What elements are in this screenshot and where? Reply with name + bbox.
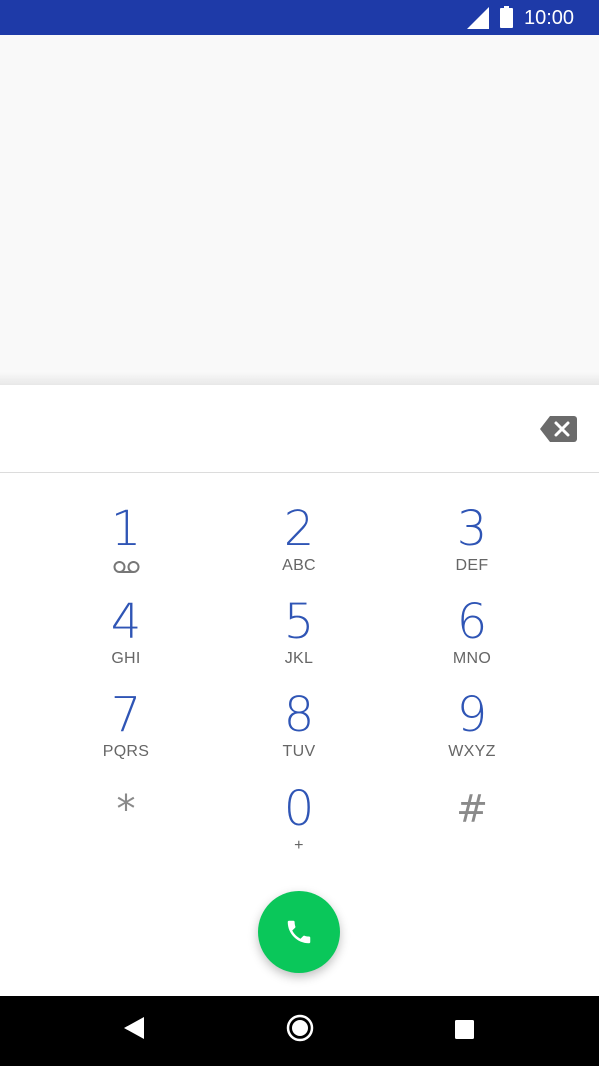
key-digit: 8 xyxy=(283,687,315,743)
key-digit: 4 xyxy=(110,594,142,650)
key-digit: 0 xyxy=(283,781,315,837)
dialpad-key-7[interactable]: 7 PQRS xyxy=(40,683,212,775)
status-time: 10:00 xyxy=(524,7,575,29)
key-digit: 6 xyxy=(456,594,488,650)
home-icon[interactable] xyxy=(286,1014,314,1042)
key-digit: 9 xyxy=(456,687,488,743)
key-letters: WXYZ xyxy=(448,743,496,760)
cellular-signal-icon xyxy=(467,7,489,29)
key-digit: 3 xyxy=(456,501,488,557)
recents-icon[interactable] xyxy=(455,1020,474,1039)
key-digit: 1 xyxy=(110,501,142,557)
navigation-bar xyxy=(0,996,599,1066)
call-button[interactable] xyxy=(258,891,340,973)
key-digit: 2 xyxy=(283,501,315,557)
phone-icon xyxy=(287,920,311,944)
voicemail-icon xyxy=(113,561,140,573)
key-letters: JKL xyxy=(284,650,314,667)
dialpad-key-3[interactable]: 3 DEF xyxy=(386,497,558,589)
dialpad-key-star[interactable]: * xyxy=(40,777,212,869)
dialpad-key-1[interactable]: 1 xyxy=(40,497,212,589)
dialpad-key-5[interactable]: 5 JKL xyxy=(213,590,385,682)
dialpad-key-2[interactable]: 2 ABC xyxy=(213,497,385,589)
battery-icon xyxy=(500,6,513,28)
dialpad-key-0[interactable]: 0 + xyxy=(213,777,385,869)
status-bar: 10:00 xyxy=(0,0,599,35)
digits-row xyxy=(0,385,599,473)
key-symbol: # xyxy=(456,787,488,831)
key-letters: MNO xyxy=(452,650,492,667)
key-digit: 7 xyxy=(110,687,142,743)
key-letters: ABC xyxy=(282,557,316,574)
dialer-background-area xyxy=(0,35,599,380)
dialpad-key-9[interactable]: 9 WXYZ xyxy=(386,683,558,775)
dialpad-key-hash[interactable]: # xyxy=(386,777,558,869)
key-letters: TUV xyxy=(282,743,316,760)
sheet-shadow xyxy=(0,372,599,386)
backspace-icon[interactable] xyxy=(540,416,577,442)
key-letters: + xyxy=(294,837,304,854)
dialpad-key-8[interactable]: 8 TUV xyxy=(213,683,385,775)
key-letters: PQRS xyxy=(102,743,150,760)
back-icon[interactable] xyxy=(124,1017,144,1039)
dialpad-key-6[interactable]: 6 MNO xyxy=(386,590,558,682)
key-digit: 5 xyxy=(283,594,315,650)
key-letters: DEF xyxy=(455,557,489,574)
key-letters: GHI xyxy=(111,650,141,667)
key-symbol: * xyxy=(116,787,136,831)
phone-number-input[interactable] xyxy=(40,405,520,453)
dialpad-key-4[interactable]: 4 GHI xyxy=(40,590,212,682)
